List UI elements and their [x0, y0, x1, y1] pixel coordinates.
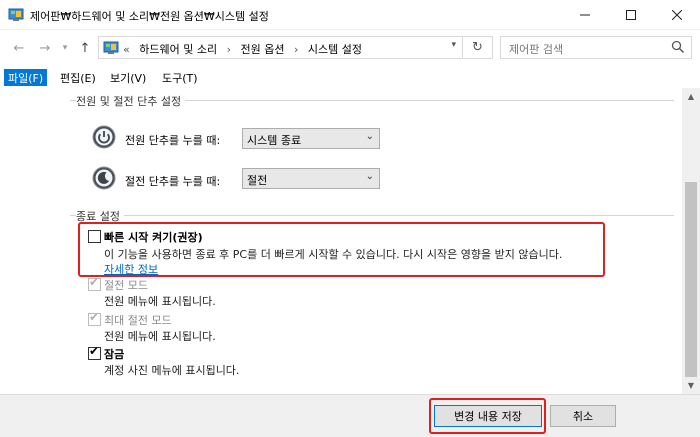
refresh-button[interactable]: ↻	[463, 36, 493, 59]
lock-checkbox[interactable]: ✔	[88, 344, 101, 360]
chevron-down-icon: ▾	[62, 43, 68, 53]
menu-file[interactable]: 파일(F)	[4, 69, 48, 86]
navigation-bar: ← → ▾ ↑ « 하드웨어 및 소리 › 전원 옵션 › 시스템 설정 ▾ ↻…	[0, 30, 700, 66]
highlight-annotation	[78, 222, 605, 277]
search-input[interactable]: 제어판 검색	[500, 36, 692, 59]
vertical-scrollbar[interactable]: ▲ ▼	[682, 88, 700, 394]
search-icon	[671, 40, 685, 54]
control-panel-icon	[103, 41, 119, 54]
search-placeholder: 제어판 검색	[509, 43, 564, 56]
settings-content: 전원 및 절전 단추 설정 전원 단추를 누를 때: 시스템 종료 ⌄ 절전 단…	[0, 88, 682, 394]
highlight-annotation	[429, 398, 546, 434]
sleep-mode-title: 절전 모드	[104, 279, 148, 292]
close-button[interactable]	[654, 0, 700, 30]
maximize-button[interactable]	[608, 0, 654, 30]
breadcrumb-item-system-settings[interactable]: 시스템 설정	[308, 43, 362, 56]
breadcrumb-separator[interactable]: ›	[227, 43, 231, 56]
hibernate-description: 전원 메뉴에 표시됩니다.	[104, 330, 216, 343]
breadcrumb-separator[interactable]: ›	[294, 43, 298, 56]
menu-bar: 파일(F) 편집(E) 보기(V) 도구(T)	[0, 66, 700, 88]
hibernate-checkbox[interactable]: ✔	[88, 310, 101, 326]
address-bar[interactable]: « 하드웨어 및 소리 › 전원 옵션 › 시스템 설정 ▾	[98, 36, 463, 59]
group-divider	[70, 215, 674, 216]
sleep-button-action-value: 절전	[247, 174, 268, 187]
power-button-label: 전원 단추를 누를 때:	[125, 134, 221, 147]
chevron-down-icon: ⌄	[365, 131, 374, 142]
checkmark-icon: ✔	[89, 344, 100, 358]
checkmark-icon: ✔	[89, 275, 100, 289]
forward-button[interactable]: →	[36, 39, 54, 57]
menu-edit[interactable]: 편집(E)	[56, 69, 100, 86]
sleep-button-label: 절전 단추를 누를 때:	[125, 175, 221, 188]
refresh-icon: ↻	[472, 40, 483, 55]
sleep-button-action-select[interactable]: 절전 ⌄	[242, 168, 380, 189]
arrow-up-icon: ↑	[79, 40, 91, 56]
maximize-icon	[626, 10, 636, 20]
back-button[interactable]: ←	[10, 39, 28, 57]
power-button-action-value: 시스템 종료	[247, 134, 302, 147]
breadcrumb-item-hardware-sound[interactable]: 하드웨어 및 소리	[139, 43, 217, 56]
menu-tools[interactable]: 도구(T)	[158, 69, 202, 86]
minimize-icon	[580, 14, 590, 16]
cancel-button[interactable]: 취소	[550, 405, 616, 427]
power-button-action-select[interactable]: 시스템 종료 ⌄	[242, 128, 380, 149]
arrow-right-icon: →	[39, 40, 51, 56]
breadcrumb-item-power-options[interactable]: 전원 옵션	[240, 43, 284, 56]
checkmark-icon: ✔	[89, 310, 100, 324]
hibernate-title: 최대 절전 모드	[104, 314, 172, 327]
lock-description: 계정 사진 메뉴에 표시됩니다.	[104, 364, 240, 377]
arrow-left-icon: ←	[13, 40, 25, 56]
scroll-down-icon[interactable]: ▼	[682, 377, 700, 394]
up-button[interactable]: ↑	[76, 39, 94, 57]
control-panel-icon	[8, 8, 24, 21]
power-buttons-group-title: 전원 및 절전 단추 설정	[76, 93, 186, 109]
lock-title[interactable]: 잠금	[104, 346, 124, 362]
sleep-mode-checkbox[interactable]: ✔	[88, 275, 101, 291]
chevron-down-icon: ⌄	[365, 171, 374, 182]
menu-view[interactable]: 보기(V)	[106, 69, 150, 86]
scroll-up-icon[interactable]: ▲	[682, 88, 700, 105]
power-button-icon	[92, 125, 116, 149]
window-title: 제어판₩하드웨어 및 소리₩전원 옵션₩시스템 설정	[30, 10, 269, 23]
sleep-mode-description: 전원 메뉴에 표시됩니다.	[104, 295, 216, 308]
title-bar: 제어판₩하드웨어 및 소리₩전원 옵션₩시스템 설정	[0, 0, 700, 30]
breadcrumb: « 하드웨어 및 소리 › 전원 옵션 › 시스템 설정	[123, 41, 368, 57]
chevron-down-icon[interactable]: ▾	[451, 40, 456, 50]
dialog-footer: 변경 내용 저장 취소	[0, 394, 700, 437]
recent-locations-button[interactable]: ▾	[56, 39, 74, 57]
scrollbar-thumb[interactable]	[685, 182, 697, 377]
breadcrumb-overflow[interactable]: «	[123, 43, 130, 56]
close-icon	[672, 10, 682, 20]
sleep-button-icon	[92, 166, 116, 190]
minimize-button[interactable]	[562, 0, 608, 30]
